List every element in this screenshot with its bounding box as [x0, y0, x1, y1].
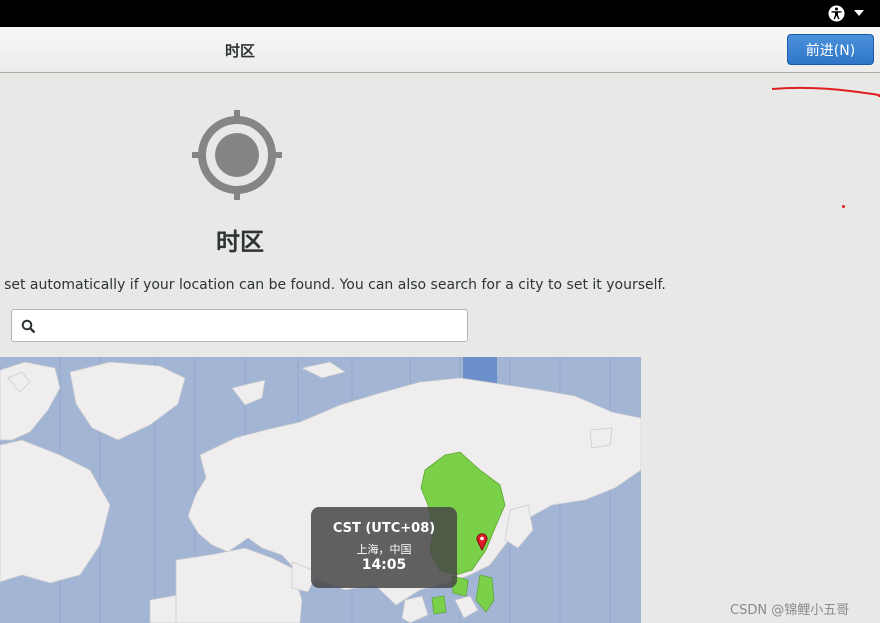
search-box[interactable]	[11, 309, 468, 342]
page-title: 时区	[216, 228, 264, 256]
next-button[interactable]: 前进(N)	[787, 34, 874, 65]
instructions-text: e set automatically if your location can…	[0, 277, 666, 293]
tooltip-city: 上海，中国	[356, 543, 412, 556]
tooltip-timezone: CST (UTC+08)	[332, 521, 436, 536]
annotation-dot	[842, 205, 845, 208]
accessibility-icon[interactable]	[828, 5, 845, 22]
header-bar: 时区 前进(N)	[0, 27, 880, 73]
chevron-down-icon[interactable]	[854, 10, 864, 16]
annotation-underline	[771, 86, 880, 97]
tooltip-time: 14:05	[361, 557, 407, 573]
timezone-tooltip: CST (UTC+08) 上海，中国 14:05	[311, 507, 457, 588]
crosshair-location-icon	[192, 110, 282, 200]
watermark: CSDN @锦鲤小五哥	[730, 603, 850, 618]
top-bar	[0, 0, 880, 27]
location-pin-icon	[476, 533, 488, 551]
header-title: 时区	[224, 42, 255, 60]
search-input[interactable]	[44, 314, 458, 339]
search-icon	[21, 319, 36, 334]
